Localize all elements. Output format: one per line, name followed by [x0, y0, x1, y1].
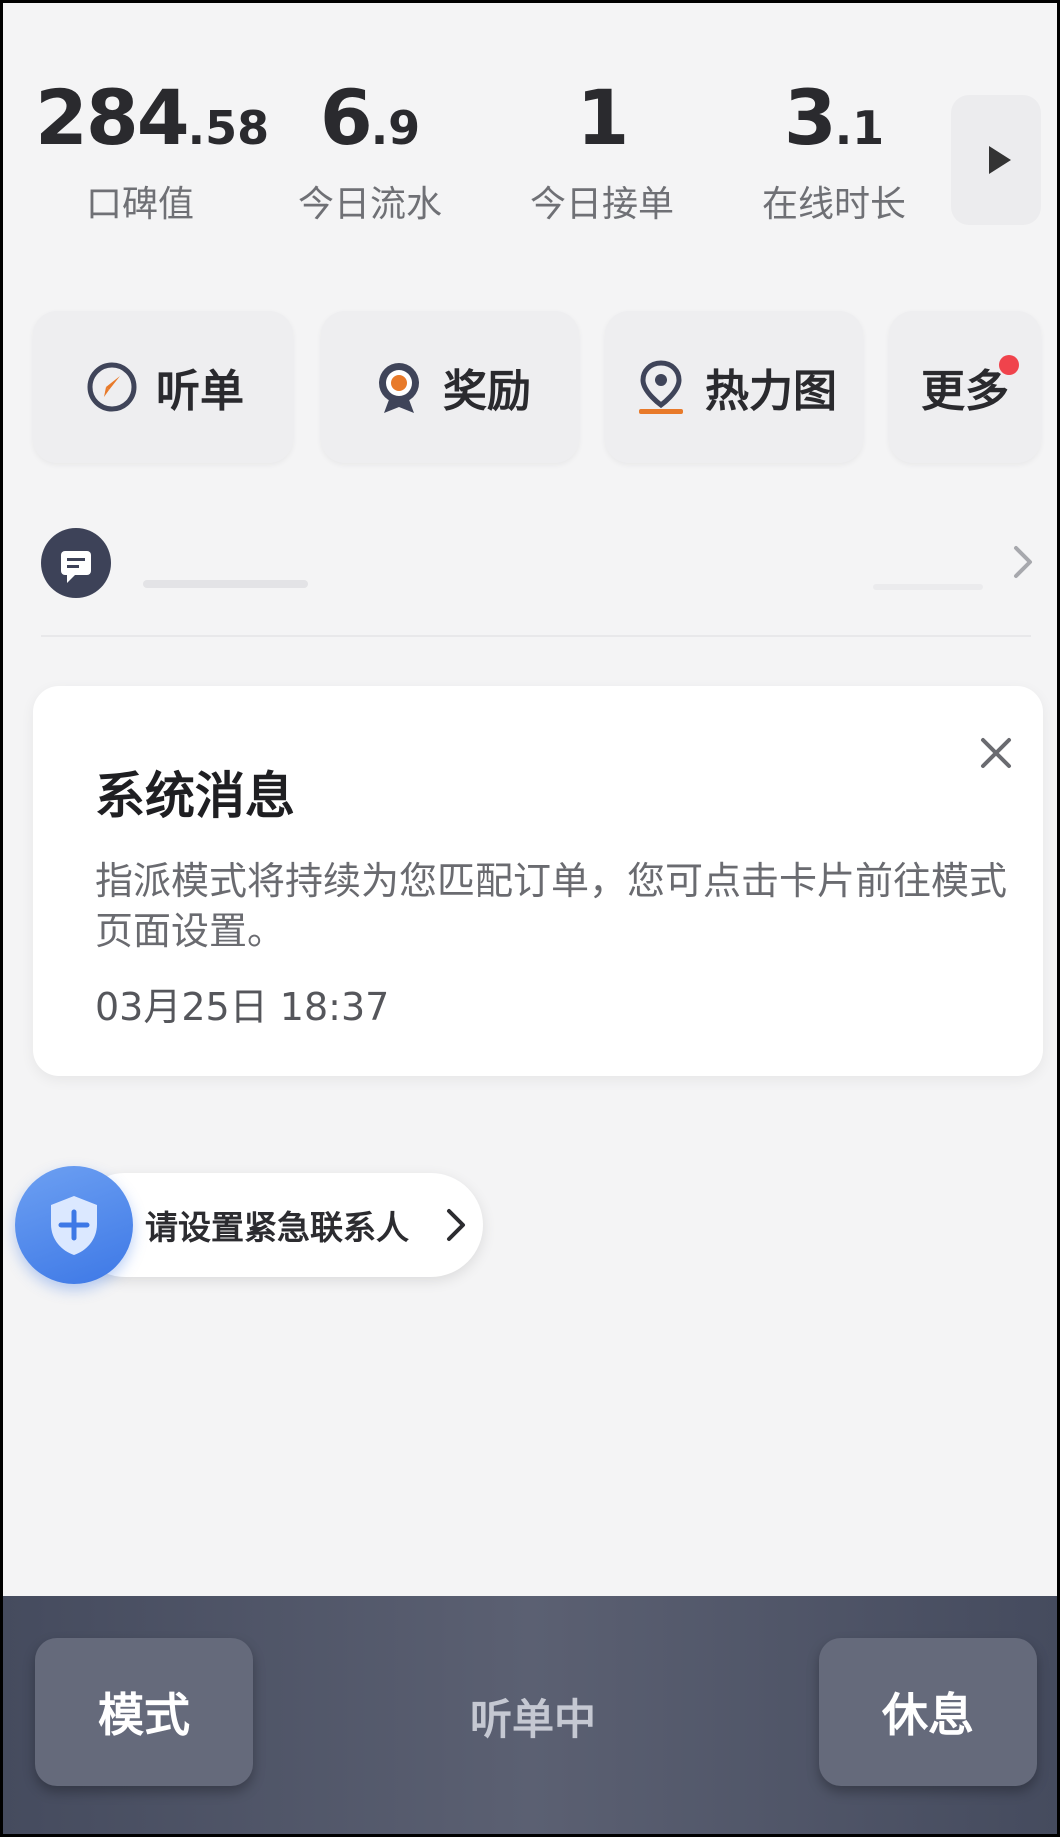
action-listen-orders[interactable]: 听单 — [33, 311, 293, 463]
divider — [41, 635, 1031, 637]
action-label: 奖励 — [443, 366, 531, 417]
rest-button[interactable]: 休息 — [819, 1638, 1037, 1786]
stat-value: 6.9 — [319, 73, 421, 162]
notice-placeholder-meta — [873, 584, 983, 590]
chevron-right-icon — [1014, 546, 1032, 578]
compass-icon — [87, 362, 137, 412]
stat-label: 口碑值 — [85, 184, 194, 225]
stat-label: 今日接单 — [529, 184, 674, 225]
bottom-action-bar: 模式 听单中 休息 — [3, 1596, 1057, 1834]
stat-online-hours[interactable]: 3.1 在线时长 — [729, 73, 939, 227]
action-heatmap[interactable]: 热力图 — [605, 311, 863, 463]
stat-label: 今日流水 — [297, 184, 442, 225]
notification-dot — [999, 355, 1019, 375]
shield-plus-icon[interactable] — [15, 1166, 133, 1284]
mode-button[interactable]: 模式 — [35, 1638, 253, 1786]
stats-more-button[interactable] — [951, 95, 1041, 225]
map-pin-icon — [639, 360, 683, 414]
chevron-right-icon — [447, 1209, 465, 1241]
action-label: 更多 — [921, 366, 1009, 417]
message-title: 系统消息 — [95, 767, 295, 825]
action-rewards[interactable]: 奖励 — [321, 311, 579, 463]
close-icon[interactable] — [971, 728, 1021, 778]
listening-status: 听单中 — [469, 1695, 596, 1744]
message-body: 指派模式将持续为您匹配订单，您可点击卡片前往模式页面设置。 — [95, 859, 1008, 953]
stat-value: 1 — [576, 73, 630, 162]
stat-today-revenue[interactable]: 6.9 今日流水 — [265, 73, 475, 227]
stat-reputation[interactable]: 284.58 口碑值 — [35, 73, 270, 227]
notice-row[interactable] — [3, 518, 1057, 638]
action-label: 听单 — [156, 366, 244, 417]
emergency-contact-label: 请设置紧急联系人 — [145, 1208, 409, 1247]
system-message-card[interactable]: 系统消息 指派模式将持续为您匹配订单，您可点击卡片前往模式页面设置。 03月25… — [33, 686, 1043, 1076]
emergency-contact-button[interactable]: 请设置紧急联系人 — [73, 1173, 483, 1277]
quick-actions: 听单 奖励 热力图 更多 — [3, 311, 1057, 463]
notice-placeholder-text — [143, 580, 308, 588]
action-more[interactable]: 更多 — [889, 311, 1041, 463]
medal-icon — [379, 363, 419, 413]
stats-bar: 284.58 口碑值 6.9 今日流水 1 今日接单 3.1 在线时长 — [3, 3, 1057, 243]
action-label: 热力图 — [705, 366, 837, 417]
chat-bubble-icon — [41, 528, 111, 598]
phone-screen: 284.58 口碑值 6.9 今日流水 1 今日接单 3.1 在线时长 听单 奖… — [3, 3, 1057, 1834]
stat-today-orders[interactable]: 1 今日接单 — [497, 73, 707, 227]
stat-label: 在线时长 — [761, 184, 906, 225]
play-arrow-icon — [989, 146, 1011, 174]
stat-value: 284.58 — [35, 73, 270, 162]
stat-value: 3.1 — [783, 73, 885, 162]
message-time: 03月25日 18:37 — [95, 985, 390, 1029]
